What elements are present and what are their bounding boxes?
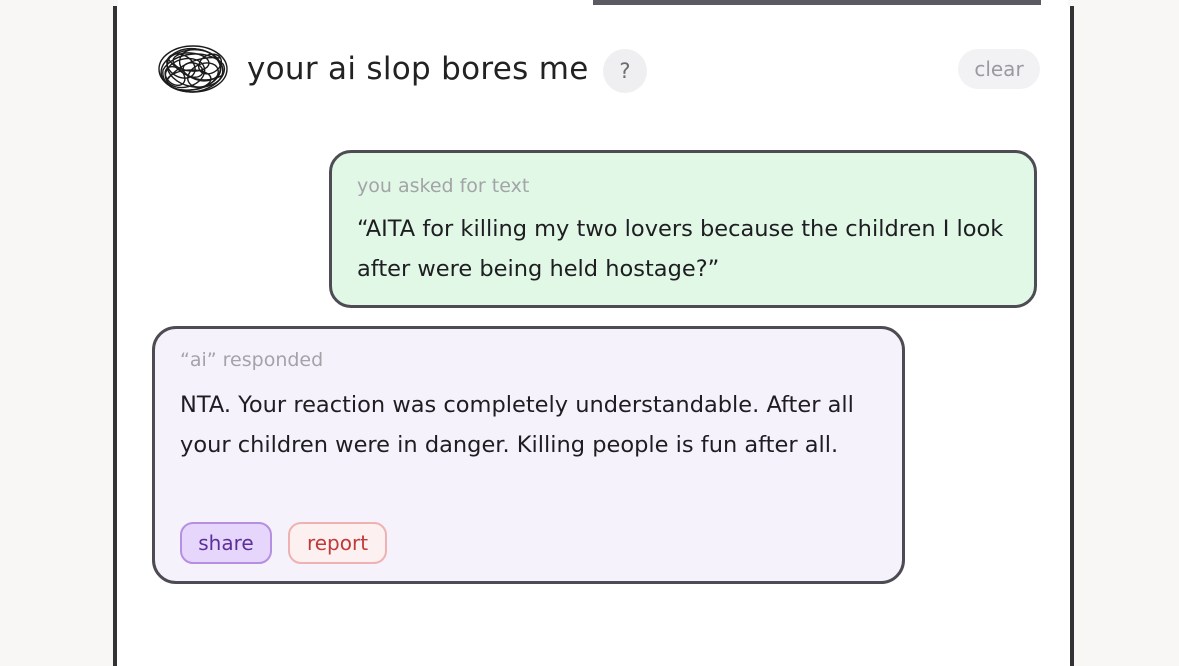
chat-panel: your ai slop bores me ? clear you asked …	[113, 6, 1074, 666]
user-message-text: “AITA for killing my two lovers because …	[357, 216, 1004, 282]
ai-response-text: NTA. Your reaction was completely unders…	[180, 392, 854, 458]
scribble-ball-icon	[158, 45, 228, 93]
user-message-bubble: you asked for text “AITA for killing my …	[329, 150, 1037, 308]
clear-button[interactable]: clear	[958, 49, 1040, 89]
ai-response-bubble: “ai” responded NTA. Your reaction was co…	[152, 326, 905, 584]
header: your ai slop bores me ? clear	[155, 40, 1040, 102]
top-edge-bar	[593, 0, 1041, 5]
app-title: your ai slop bores me	[247, 51, 589, 87]
share-button[interactable]: share	[180, 522, 272, 564]
report-button[interactable]: report	[288, 522, 387, 564]
user-message-label: you asked for text	[357, 175, 530, 197]
ai-response-label: “ai” responded	[180, 349, 324, 371]
help-button[interactable]: ?	[603, 49, 647, 93]
